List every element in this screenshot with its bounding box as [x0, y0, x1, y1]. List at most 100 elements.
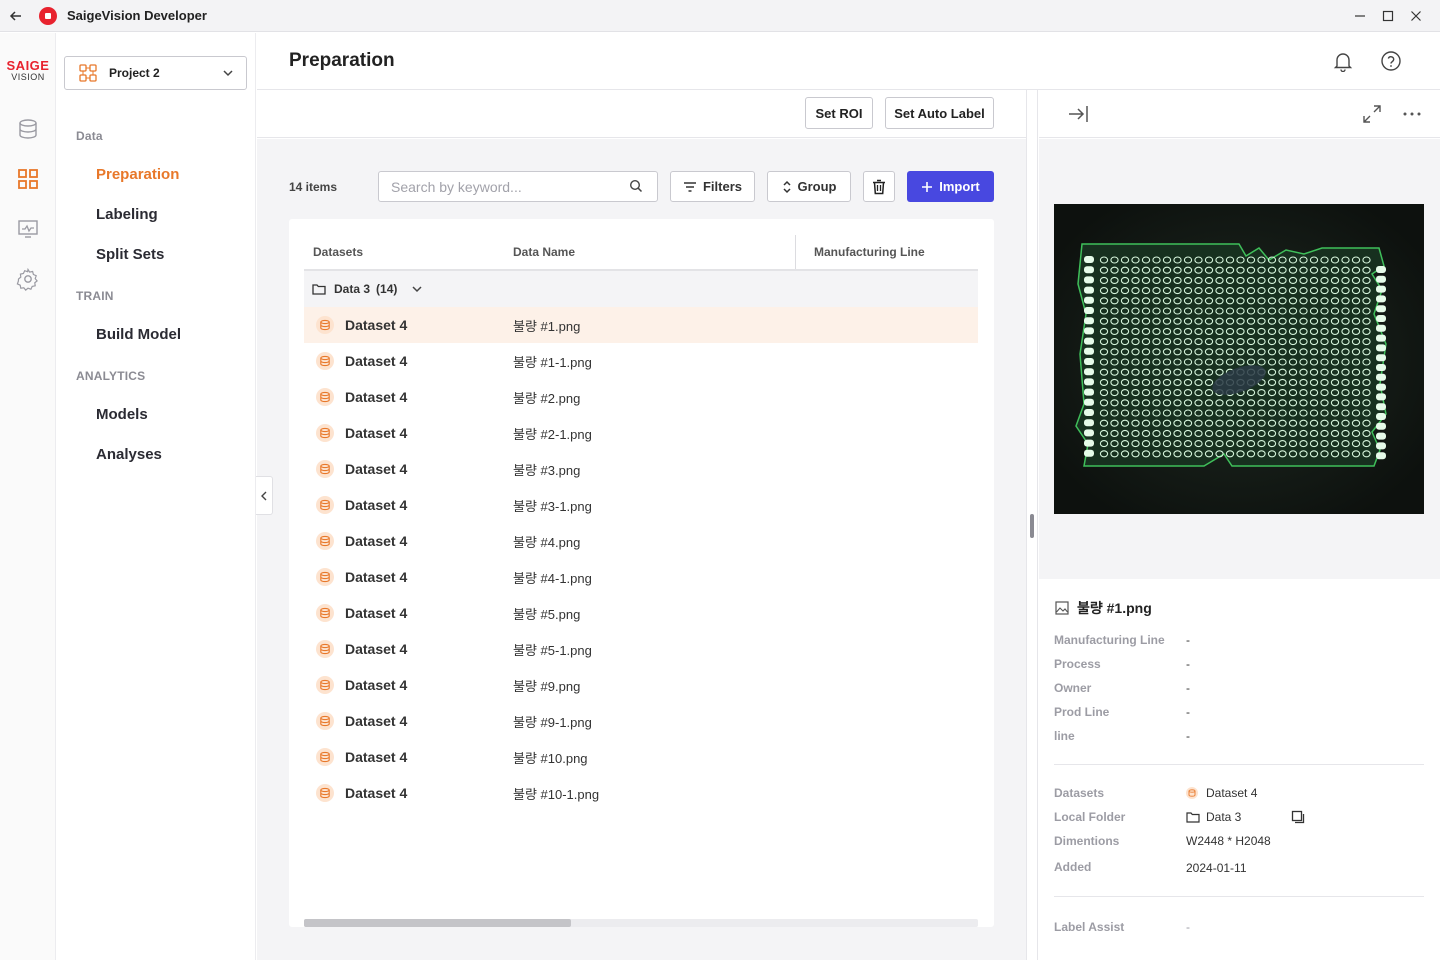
table-row[interactable]: Dataset 4 불량 #9-1.png [304, 703, 978, 739]
close-panel-button[interactable] [1066, 102, 1090, 126]
resize-handle[interactable] [1030, 514, 1034, 538]
meta-value-manufacturing-line: - [1186, 633, 1190, 647]
panel-divider[interactable] [1026, 90, 1038, 960]
horizontal-scrollbar[interactable] [304, 919, 978, 927]
column-header-data-name[interactable]: Data Name [513, 245, 575, 259]
table-row[interactable]: Dataset 4 불량 #10-1.png [304, 775, 978, 811]
nav-section-analytics: ANALYTICS [76, 369, 146, 383]
filters-button[interactable]: Filters [670, 171, 755, 202]
scrollbar-thumb[interactable] [304, 919, 571, 927]
collapse-sidebar-button[interactable] [256, 476, 273, 515]
column-resize-handle[interactable] [795, 235, 796, 269]
dataset-icon [316, 568, 334, 586]
nav-item-preparation[interactable]: Preparation [96, 166, 179, 183]
group-name: Data 3 [334, 282, 371, 296]
table-row[interactable]: Dataset 4 불량 #1-1.png [304, 343, 978, 379]
row-dataset-name: Dataset 4 [345, 605, 408, 621]
table-row[interactable]: Dataset 4 불량 #2-1.png [304, 415, 978, 451]
chevron-down-icon [223, 70, 233, 77]
brand-top-text: SAIGE [6, 58, 50, 73]
copy-icon[interactable] [1291, 810, 1305, 824]
window-controls [1346, 0, 1440, 32]
action-toolbar: Set ROI Set Auto Label [257, 90, 1026, 138]
nav-item-models[interactable]: Models [96, 406, 148, 423]
image-file-icon [1055, 601, 1069, 615]
help-button[interactable] [1378, 48, 1404, 74]
filter-lines-icon [683, 181, 696, 192]
back-button[interactable] [0, 0, 32, 32]
search-box [378, 171, 658, 202]
table-row[interactable]: Dataset 4 불량 #9.png [304, 667, 978, 703]
project-name: Project 2 [109, 66, 160, 80]
meta-label-process: Process [1054, 657, 1101, 671]
dataset-name: Dataset 4 [1206, 786, 1258, 800]
more-horizontal-icon [1403, 112, 1421, 116]
help-icon [1381, 51, 1401, 71]
set-roi-button[interactable]: Set ROI [805, 97, 873, 129]
nav-section-train: TRAIN [76, 289, 114, 303]
row-dataset-name: Dataset 4 [345, 533, 408, 549]
dataset-icon [316, 460, 334, 478]
group-row-data-3[interactable]: Data 3 (14) [304, 271, 978, 307]
dataset-icon [316, 676, 334, 694]
nav-item-analyses[interactable]: Analyses [96, 446, 162, 463]
bell-icon [1333, 53, 1353, 72]
notifications-button[interactable] [1330, 48, 1356, 74]
table-row[interactable]: Dataset 4 불량 #3.png [304, 451, 978, 487]
row-dataset-name: Dataset 4 [345, 641, 408, 657]
import-button[interactable]: Import [907, 171, 994, 202]
minimize-button[interactable] [1346, 0, 1374, 32]
table-row[interactable]: Dataset 4 불량 #4-1.png [304, 559, 978, 595]
image-preview[interactable] [1054, 204, 1424, 514]
content-area: 14 items Filters Group Import Datasets D… [257, 139, 1026, 960]
dataset-icon [316, 712, 334, 730]
nav-section-data: Data [76, 129, 103, 143]
rail-monitor-button[interactable] [14, 215, 42, 243]
row-data-name: 불량 #5-1.png [513, 642, 592, 658]
table-row[interactable]: Dataset 4 불량 #3-1.png [304, 487, 978, 523]
delete-button[interactable] [863, 171, 895, 202]
dataset-icon [316, 748, 334, 766]
project-icon [79, 64, 97, 82]
column-header-manufacturing-line[interactable]: Manufacturing Line [814, 245, 925, 259]
main-header: Preparation [257, 33, 1440, 90]
nav-item-labeling[interactable]: Labeling [96, 206, 158, 223]
nav-item-build-model[interactable]: Build Model [96, 326, 181, 343]
group-count: (14) [376, 282, 398, 296]
database-icon [19, 119, 37, 139]
maximize-button[interactable] [1374, 0, 1402, 32]
plus-icon [922, 181, 933, 192]
app-logo-icon [39, 6, 57, 25]
search-icon[interactable] [629, 179, 643, 193]
group-button[interactable]: Group [767, 171, 851, 202]
data-table: Datasets Data Name Manufacturing Line Da… [289, 219, 994, 927]
close-button[interactable] [1402, 0, 1430, 32]
trash-icon [873, 179, 885, 194]
nav-item-split-sets[interactable]: Split Sets [96, 246, 164, 263]
table-row[interactable]: Dataset 4 불량 #10.png [304, 739, 978, 775]
rail-settings-button[interactable] [14, 265, 42, 293]
row-data-name: 불량 #3-1.png [513, 498, 592, 514]
row-data-name: 불량 #9-1.png [513, 714, 592, 730]
dataset-icon [316, 352, 334, 370]
set-auto-label-button[interactable]: Set Auto Label [885, 97, 994, 129]
chevron-down-icon[interactable] [411, 283, 423, 295]
dataset-icon [316, 784, 334, 802]
column-header-datasets[interactable]: Datasets [313, 245, 363, 259]
table-row[interactable]: Dataset 4 불량 #5-1.png [304, 631, 978, 667]
more-options-button[interactable] [1400, 102, 1424, 126]
table-row[interactable]: Dataset 4 불량 #1.png [304, 307, 978, 343]
table-row[interactable]: Dataset 4 불량 #5.png [304, 595, 978, 631]
search-input[interactable] [391, 172, 621, 201]
rail-workspace-button[interactable] [14, 165, 42, 193]
detail-panel-toolbar [1039, 90, 1440, 138]
row-dataset-name: Dataset 4 [345, 713, 408, 729]
grid-icon [18, 169, 38, 189]
table-row[interactable]: Dataset 4 불량 #4.png [304, 523, 978, 559]
rail-database-button[interactable] [14, 115, 42, 143]
project-selector[interactable]: Project 2 [64, 56, 247, 90]
meta-label-local-folder: Local Folder [1054, 810, 1126, 824]
table-row[interactable]: Dataset 4 불량 #2.png [304, 379, 978, 415]
expand-button[interactable] [1360, 102, 1384, 126]
chevron-left-icon [261, 491, 267, 500]
